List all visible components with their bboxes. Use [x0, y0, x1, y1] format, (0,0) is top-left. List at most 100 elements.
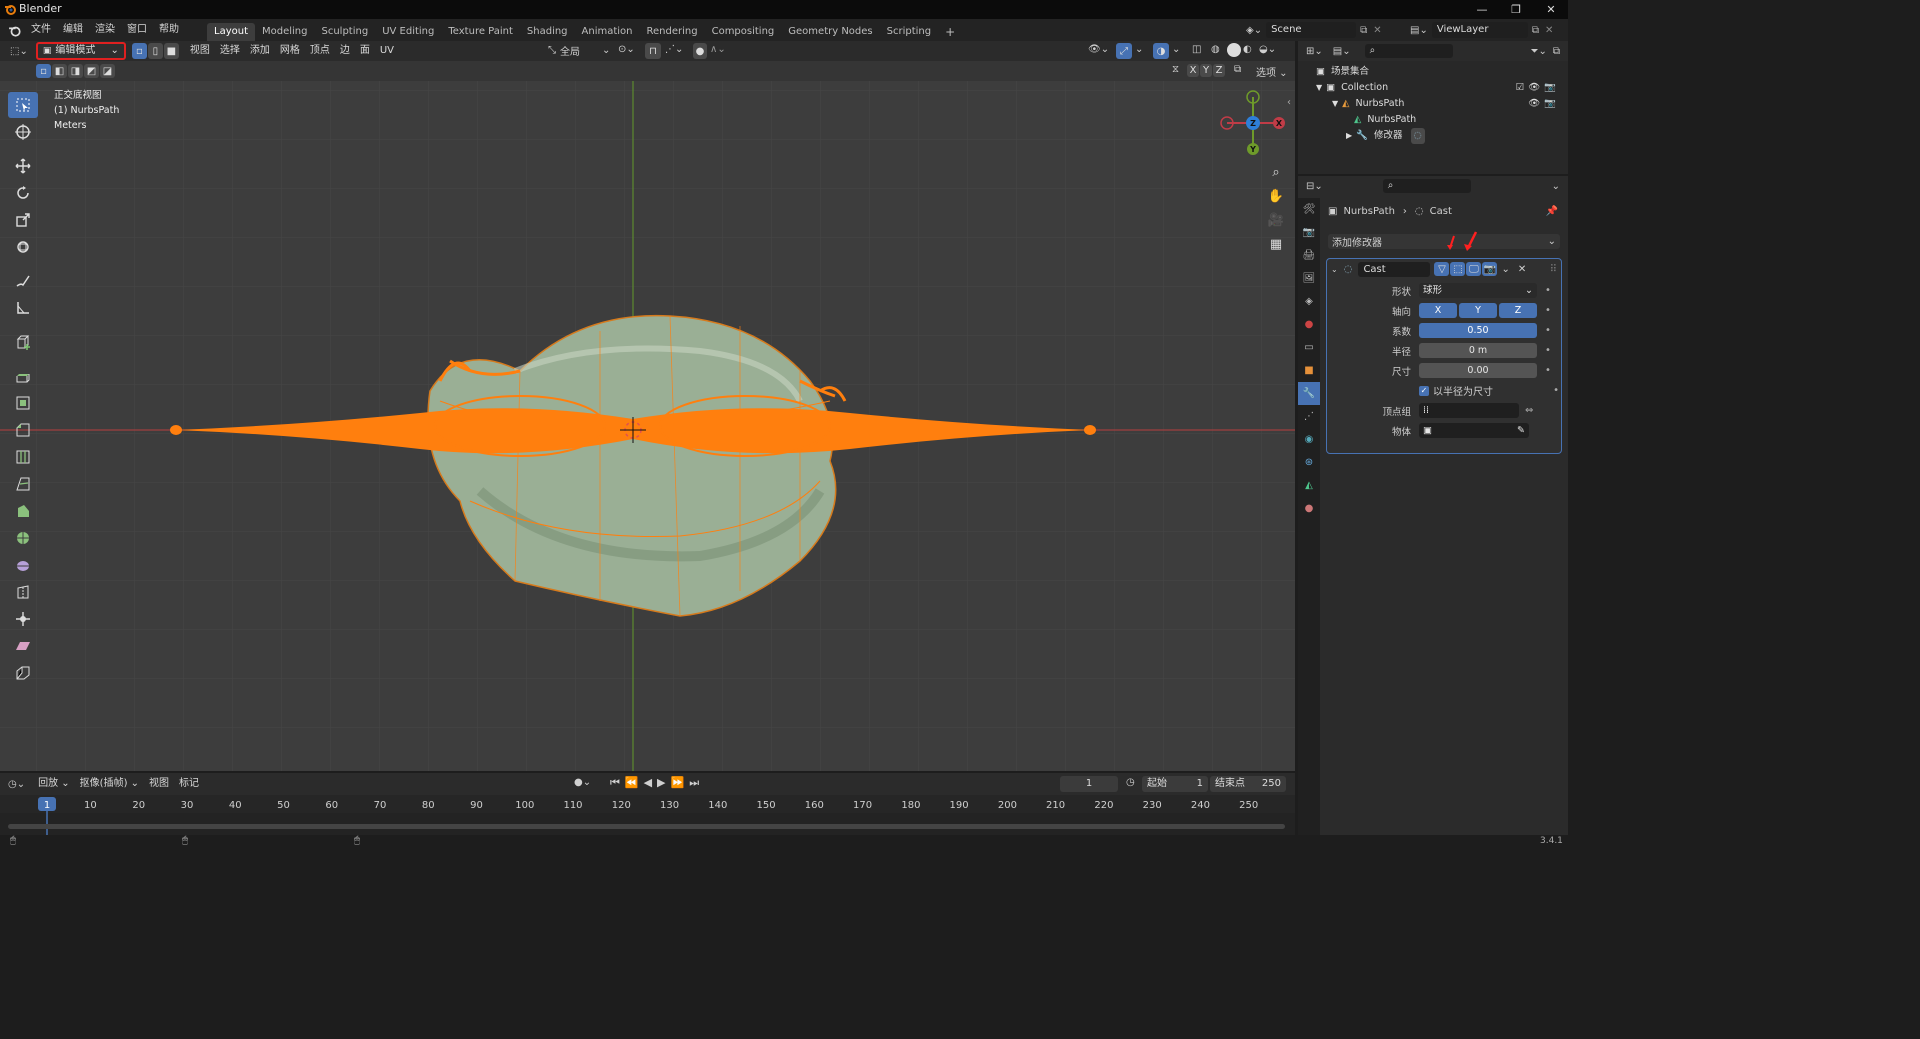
zoom-icon[interactable]: ⌕ — [1266, 161, 1286, 185]
shear-tool-icon[interactable] — [8, 633, 38, 659]
close-icon[interactable]: ✕ — [1534, 0, 1568, 19]
tab-sculpting[interactable]: Sculpting — [315, 23, 376, 41]
sidebar-toggle-icon[interactable]: ‹ — [1287, 97, 1291, 108]
minimize-icon[interactable]: — — [1465, 0, 1499, 19]
edge-select-icon[interactable]: ▯ — [147, 43, 163, 59]
on-cage-toggle-icon[interactable]: ⬚ — [1450, 262, 1466, 276]
vertex-select-icon[interactable]: ▫ — [131, 43, 147, 59]
tab-view-layer-icon[interactable]: 🖼 — [1303, 267, 1316, 290]
collapse-chevron-icon[interactable]: ⌄ — [1331, 265, 1338, 274]
visibility-toggles[interactable]: ☑👁📷 — [1516, 80, 1560, 96]
axis-z-toggle[interactable]: Z — [1499, 303, 1537, 318]
pin-icon[interactable]: 📌 — [1546, 206, 1558, 217]
auto-merge-icon[interactable]: ⧉ — [1234, 64, 1241, 75]
rip-region-tool-icon[interactable] — [8, 660, 38, 686]
mirror-x-button[interactable]: X — [1187, 64, 1199, 77]
remove-modifier-icon[interactable]: ✕ — [1518, 264, 1526, 275]
menu-marker[interactable]: 标记 — [174, 774, 204, 794]
wireframe-shading-icon[interactable]: ◍ — [1211, 44, 1220, 55]
face-select-icon[interactable]: ■ — [163, 43, 179, 59]
blender-menu-icon[interactable] — [8, 24, 21, 37]
menu-edge[interactable]: 边 — [335, 41, 355, 61]
tab-world-icon[interactable]: ● — [1305, 313, 1314, 336]
select-invert-icon[interactable]: ◩ — [84, 64, 99, 78]
menu-view[interactable]: 视图 — [185, 41, 215, 61]
tab-constraints-icon[interactable]: ⊛ — [1305, 451, 1313, 474]
modifier-name-field[interactable]: Cast — [1358, 261, 1431, 277]
tab-render-icon[interactable]: 📷 — [1303, 221, 1315, 244]
vertex-group-field[interactable]: ⁞⁞ — [1419, 403, 1519, 418]
keyframe-dot-icon[interactable]: • — [1545, 305, 1551, 316]
keyframe-dot-icon[interactable]: • — [1545, 285, 1551, 296]
invert-vertex-group-icon[interactable]: ⇔ — [1525, 405, 1533, 416]
extrude-tool-icon[interactable] — [8, 363, 38, 389]
tab-object-icon[interactable]: ■ — [1304, 359, 1313, 382]
factor-slider[interactable]: 0.50 — [1419, 323, 1537, 338]
menu-add[interactable]: 添加 — [245, 41, 275, 61]
mirror-y-button[interactable]: Y — [1200, 64, 1212, 77]
end-frame-field[interactable]: 结束点 250 — [1210, 776, 1286, 792]
tab-compositing[interactable]: Compositing — [705, 23, 782, 41]
axis-y-toggle[interactable]: Y — [1459, 303, 1497, 318]
move-tool-icon[interactable] — [8, 153, 38, 179]
timeline-editor-icon[interactable]: ◷⌄ — [8, 779, 25, 790]
overlay-chevron-icon[interactable]: ⌄ — [1172, 44, 1180, 55]
preview-range-icon[interactable]: ◷ — [1126, 777, 1135, 788]
disclosure-triangle-icon[interactable]: ▼ — [1332, 96, 1338, 112]
scale-tool-icon[interactable] — [8, 207, 38, 233]
menu-edit[interactable]: 编辑 — [57, 19, 89, 41]
keyframe-dot-icon[interactable]: • — [1545, 325, 1551, 336]
3d-viewport[interactable]: ⬚⌄ ▣ 编辑模式 ⌄ ▫ ▯ ■ 视图 选择 添加 网格 顶点 边 面 UV … — [0, 41, 1295, 771]
drag-handle-icon[interactable]: ⠿ — [1550, 264, 1557, 275]
tab-particles-icon[interactable]: ⋰ — [1304, 405, 1314, 428]
disclosure-triangle-icon[interactable]: ▶ — [1346, 128, 1352, 144]
select-intersect-icon[interactable]: ◪ — [100, 64, 115, 78]
properties-search-input[interactable]: ⌕ — [1382, 179, 1471, 193]
eyedropper-icon[interactable]: ✎ — [1517, 423, 1525, 438]
annotate-tool-icon[interactable] — [8, 268, 38, 294]
menu-window[interactable]: 窗口 — [121, 19, 153, 41]
loop-cut-tool-icon[interactable] — [8, 444, 38, 470]
add-workspace-button[interactable]: + — [938, 23, 962, 41]
timeline-scrollbar[interactable] — [8, 824, 1285, 829]
visibility-icon[interactable]: 👁⌄ — [1088, 44, 1109, 55]
new-scene-icon[interactable]: ⧉ — [1360, 25, 1367, 36]
smooth-tool-icon[interactable] — [8, 552, 38, 578]
xray-icon[interactable]: ◫ — [1192, 44, 1201, 55]
new-viewlayer-icon[interactable]: ⧉ — [1532, 25, 1539, 36]
outliner-item-collection[interactable]: ▼ ▣ Collection ☑👁📷 — [1316, 80, 1568, 96]
remove-viewlayer-icon[interactable]: ✕ — [1545, 25, 1553, 36]
menu-playback[interactable]: 回放 ⌄ — [33, 774, 75, 794]
gizmo-chevron-icon[interactable]: ⌄ — [1135, 44, 1143, 55]
properties-options-icon[interactable]: ⌄ — [1552, 181, 1560, 192]
gizmo-toggle-icon[interactable]: ⤢ — [1116, 43, 1132, 59]
tab-texture-paint[interactable]: Texture Paint — [441, 23, 520, 41]
menu-keying[interactable]: 抠像(插帧) ⌄ — [75, 774, 144, 794]
shape-dropdown[interactable]: 球形 ⌄ — [1419, 283, 1537, 298]
edit-mode-toggle-icon[interactable]: ▽ — [1434, 262, 1450, 276]
tab-data-icon[interactable]: ◭ — [1305, 474, 1313, 497]
tab-rendering[interactable]: Rendering — [640, 23, 705, 41]
render-toggle-icon[interactable]: 📷 — [1482, 262, 1498, 276]
mode-dropdown[interactable]: ▣ 编辑模式 ⌄ — [35, 42, 126, 60]
realtime-toggle-icon[interactable]: 🖵 — [1466, 262, 1482, 276]
options-dropdown[interactable]: 选项 ⌄ — [1256, 64, 1288, 79]
tab-modifier-icon[interactable]: 🔧 — [1298, 382, 1320, 405]
outliner-search-input[interactable]: ⌕ — [1364, 44, 1453, 58]
remove-scene-icon[interactable]: ✕ — [1373, 25, 1381, 36]
measure-tool-icon[interactable] — [8, 295, 38, 321]
menu-select[interactable]: 选择 — [215, 41, 245, 61]
snap-target-icon[interactable]: ⋰⌄ — [665, 44, 683, 55]
modifier-menu-chevron-icon[interactable]: ⌄ — [1501, 264, 1509, 275]
keyframe-dot-icon[interactable]: • — [1545, 345, 1551, 356]
display-mode-icon[interactable]: ▤⌄ — [1333, 46, 1351, 57]
viewlayer-icon[interactable]: ▤⌄ — [1410, 25, 1428, 36]
tab-animation[interactable]: Animation — [575, 23, 640, 41]
visibility-toggles[interactable]: 👁📷 — [1528, 96, 1560, 112]
tab-material-icon[interactable]: ● — [1305, 497, 1314, 520]
tab-modeling[interactable]: Modeling — [255, 23, 315, 41]
spin-tool-icon[interactable] — [8, 525, 38, 551]
tab-uv-editing[interactable]: UV Editing — [375, 23, 441, 41]
disclosure-triangle-icon[interactable]: ▼ — [1316, 80, 1322, 96]
bevel-tool-icon[interactable] — [8, 417, 38, 443]
